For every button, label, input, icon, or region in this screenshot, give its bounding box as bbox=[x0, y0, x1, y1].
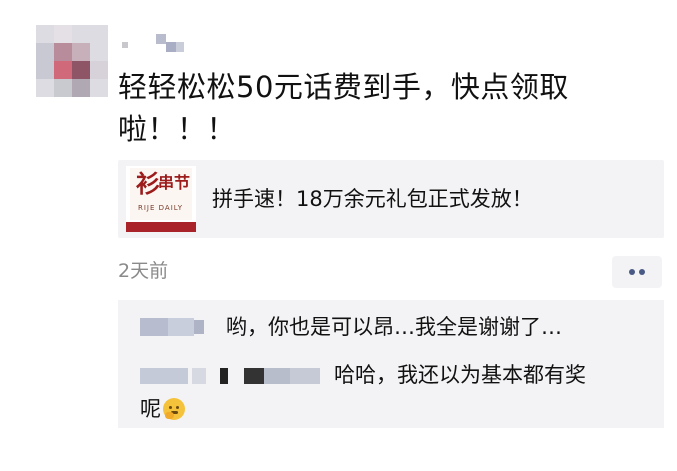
commenter-name[interactable] bbox=[140, 364, 330, 386]
post-text-line: 轻轻松松50元话费到手，快点领取 bbox=[118, 70, 569, 104]
face-hand-over-mouth-icon bbox=[163, 398, 185, 420]
thumbnail-bar bbox=[126, 222, 196, 232]
more-button[interactable] bbox=[612, 256, 662, 288]
thumbnail-word: 串节 bbox=[158, 173, 191, 192]
comment-text-line: 呢 bbox=[140, 397, 161, 421]
thumbnail-logo: 衫 串节 RIJE DAILY bbox=[130, 168, 192, 220]
thumbnail-glyph: 衫 bbox=[136, 169, 160, 198]
shared-link-card[interactable]: 衫 串节 RIJE DAILY 拼手速！18万余元礼包正式发放！ bbox=[118, 160, 664, 238]
post-timestamp: 2天前 bbox=[118, 260, 169, 282]
comment-text: 哈哈，我还以为基本都有奖 bbox=[334, 358, 586, 392]
post-text: 轻轻松松50元话费到手，快点领取 啦！！！ bbox=[118, 66, 638, 150]
comment-text-line: 哈哈，我还以为基本都有奖 bbox=[334, 363, 586, 387]
commenter-name[interactable] bbox=[140, 316, 212, 338]
thumbnail-subtext: RIJE DAILY bbox=[138, 204, 184, 212]
post-text-line: 啦！！！ bbox=[118, 112, 237, 146]
link-thumbnail: 衫 串节 RIJE DAILY bbox=[126, 166, 196, 232]
moments-post: 轻轻松松50元话费到手，快点领取 啦！！！ 衫 串节 RIJE DAILY 拼手… bbox=[0, 0, 677, 471]
comments-section: 哟，你也是可以昂…我全是谢谢了… 哈哈，我还以为基本都有奖 呢 bbox=[118, 300, 664, 428]
link-title[interactable]: 拼手速！18万余元礼包正式发放！ bbox=[212, 184, 533, 214]
username[interactable] bbox=[118, 32, 198, 54]
avatar[interactable] bbox=[36, 25, 108, 97]
comment-text: 哟，你也是可以昂…我全是谢谢了… bbox=[226, 315, 562, 339]
comment-text: 呢 bbox=[140, 392, 185, 426]
